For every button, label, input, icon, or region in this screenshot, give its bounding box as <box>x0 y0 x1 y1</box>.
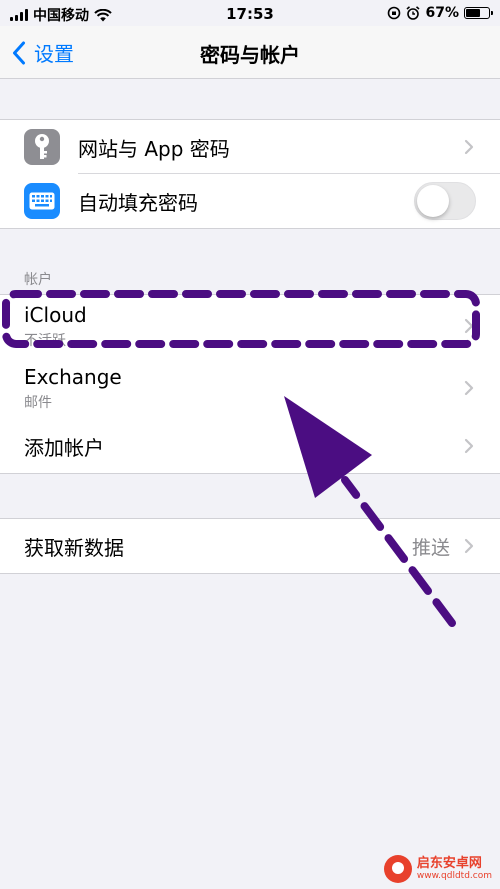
add-account-row[interactable]: 添加帐户 <box>0 419 500 473</box>
icloud-account-row[interactable]: iCloud 不活跃 <box>0 295 500 357</box>
watermark: 启东安卓网 www.qdldtd.com <box>383 855 492 883</box>
account-subtitle: 不活跃 <box>24 333 66 349</box>
exchange-account-row[interactable]: Exchange 邮件 <box>0 357 500 419</box>
account-title: iCloud <box>24 303 87 327</box>
fetch-new-data-value: 推送 <box>411 537 450 559</box>
watermark-name: 启东安卓网 <box>416 856 482 871</box>
chevron-right-icon <box>464 139 474 155</box>
chevron-right-icon <box>464 380 474 396</box>
battery-percentage: 67% <box>425 5 459 21</box>
autofill-toggle[interactable] <box>414 182 476 220</box>
fetch-new-data-label: 获取新数据 <box>24 535 124 560</box>
add-account-label: 添加帐户 <box>24 435 104 460</box>
autofill-passwords-row: 自动填充密码 <box>0 174 500 228</box>
keyboard-icon <box>24 183 60 219</box>
status-bar: 中国移动 17:53 67% <box>0 0 500 26</box>
passwords-group: 网站与 App 密码 自动填充密码 <box>0 119 500 229</box>
battery-icon <box>464 7 493 19</box>
page-title: 密码与帐户 <box>200 43 300 67</box>
key-icon <box>24 129 60 165</box>
website-app-passwords-label: 网站与 App 密码 <box>78 136 230 161</box>
orientation-lock-icon <box>388 6 401 20</box>
website-app-passwords-row[interactable]: 网站与 App 密码 <box>0 120 500 174</box>
watermark-logo-icon <box>383 855 412 883</box>
account-subtitle: 邮件 <box>24 395 52 411</box>
autofill-passwords-label: 自动填充密码 <box>78 190 198 215</box>
chevron-right-icon <box>464 538 474 554</box>
account-title: Exchange <box>24 365 122 389</box>
watermark-url: www.qdldtd.com <box>416 871 492 881</box>
navigation-bar: 设置 密码与帐户 <box>0 26 500 79</box>
toggle-knob <box>417 185 449 217</box>
fetch-new-data-row[interactable]: 获取新数据 推送 <box>0 519 500 573</box>
accounts-section-header: 帐户 <box>24 272 52 288</box>
chevron-right-icon <box>464 438 474 454</box>
alarm-icon <box>406 6 421 20</box>
accounts-group: iCloud 不活跃 Exchange 邮件 添加帐户 <box>0 294 500 474</box>
chevron-right-icon <box>464 318 474 334</box>
fetch-group: 获取新数据 推送 <box>0 518 500 574</box>
